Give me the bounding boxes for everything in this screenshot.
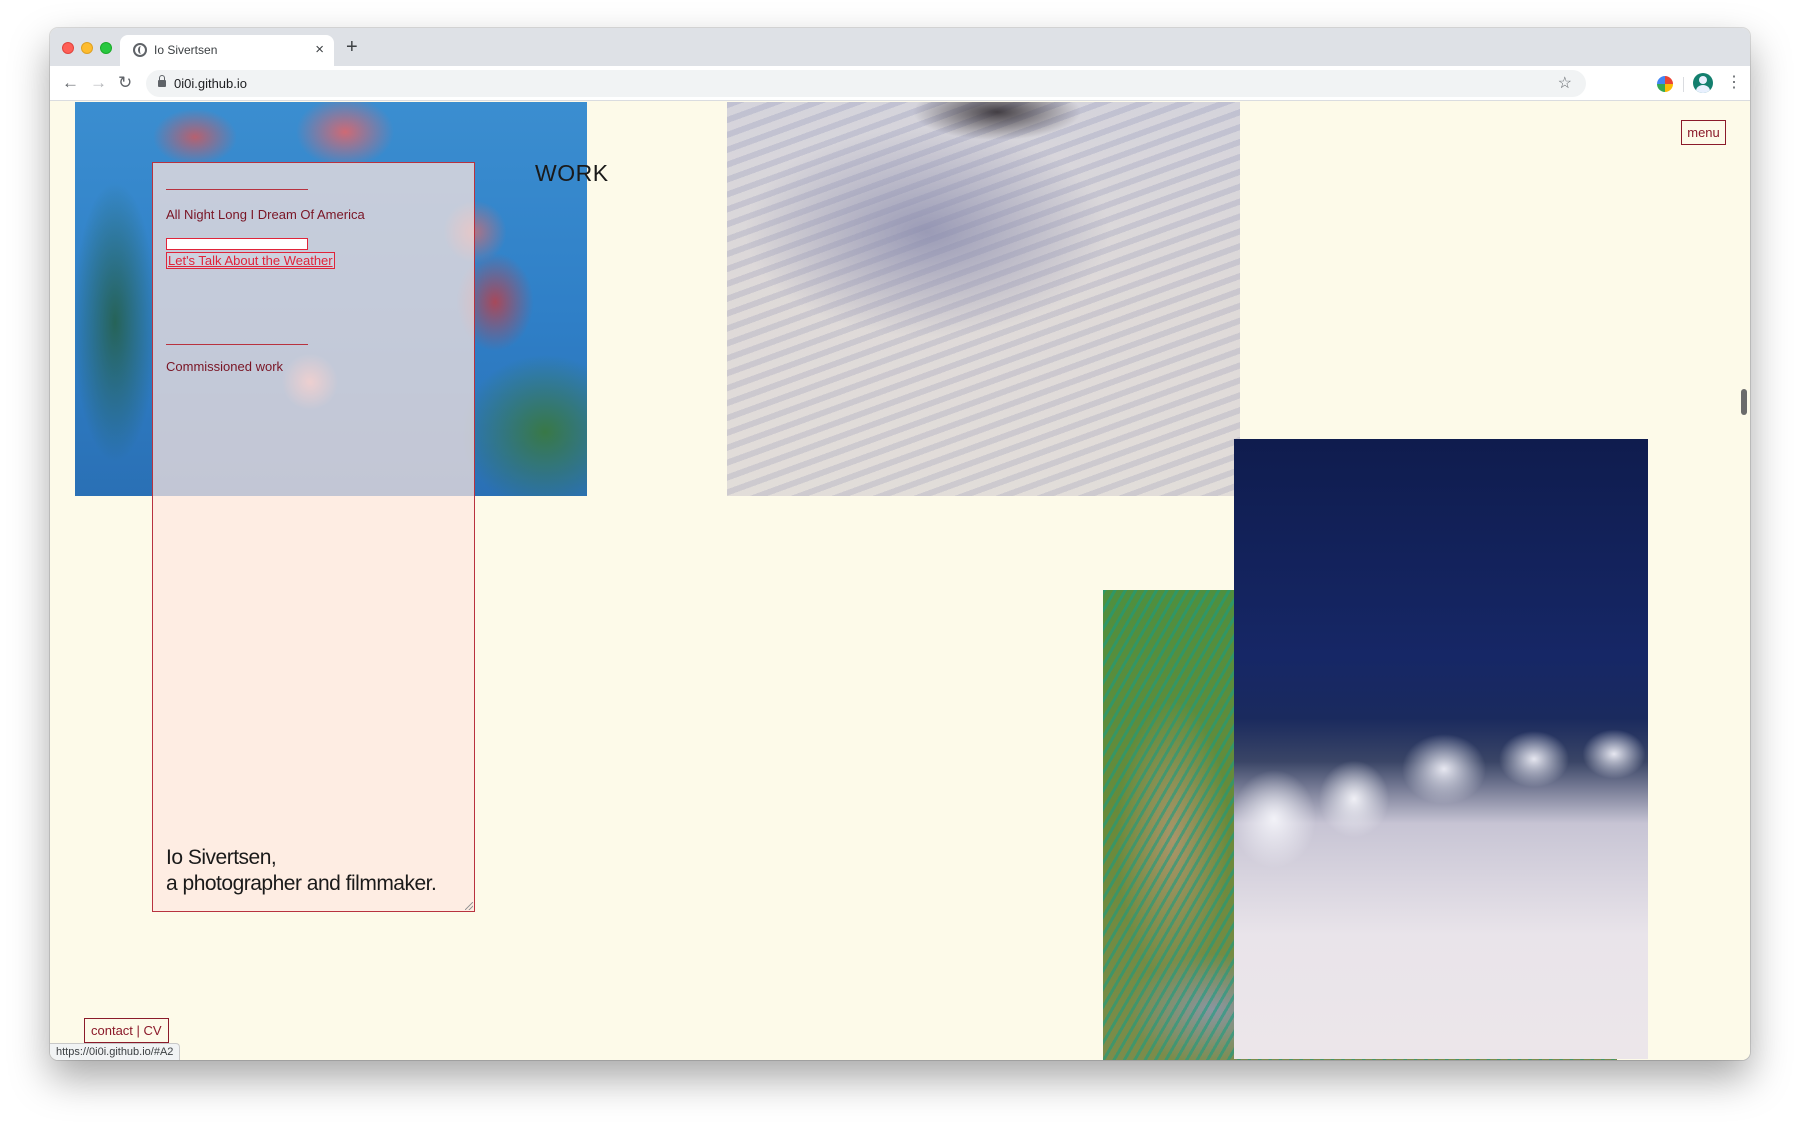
project-sidebar: All Night Long I Dream Of America Let's … [152,162,475,912]
minimize-window-button[interactable] [81,42,93,54]
back-button[interactable]: ← [62,71,79,95]
new-tab-button[interactable]: + [346,36,358,58]
bio-description: a photographer and filmmaker. [166,872,437,895]
project-link-all-night-long[interactable]: All Night Long I Dream Of America [166,207,365,222]
page-viewport: WORK menu All Night Long I Dream Of Amer… [50,102,1750,1060]
url-field[interactable]: 0i0i.github.io ☆ [146,70,1586,97]
reload-button[interactable]: ↻ [118,71,132,95]
tab-title: Io Sivertsen [154,43,218,57]
address-bar: ← → ↻ 0i0i.github.io ☆ ⋮ [50,66,1750,101]
project-link-commissioned-work[interactable]: Commissioned work [166,359,283,374]
bio-name: Io Sivertsen, [166,846,277,869]
artist-bio: Io Sivertsen, a photographer and filmmak… [166,845,437,897]
star-icon[interactable]: ☆ [1558,73,1572,93]
sand-photo[interactable] [727,102,1240,496]
maximize-window-button[interactable] [100,42,112,54]
tab-active[interactable]: Io Sivertsen × [120,35,334,66]
chrome-extension-icon[interactable] [1657,76,1673,92]
sheep-photo[interactable] [1234,439,1648,1059]
resize-handle-icon[interactable] [465,902,473,910]
forward-button[interactable]: → [90,71,107,95]
divider [166,344,308,345]
scrollbar-thumb[interactable] [1741,389,1747,415]
contact-cv-link[interactable]: contact | CV [84,1018,169,1043]
close-window-button[interactable] [62,42,74,54]
toolbar-divider [1683,77,1684,92]
url-text: 0i0i.github.io [174,76,247,91]
status-bar-url: https://0i0i.github.io/#A2 [50,1043,181,1060]
globe-icon [133,43,147,57]
focus-outline [166,238,308,250]
menu-button[interactable]: menu [1681,120,1726,145]
avatar-icon[interactable] [1693,73,1713,93]
kebab-menu-icon[interactable]: ⋮ [1726,71,1742,95]
lock-icon[interactable] [158,75,166,87]
project-link-lets-talk-weather[interactable]: Let's Talk About the Weather [166,252,335,269]
browser-window: Io Sivertsen × + ← → ↻ 0i0i.github.io ☆ … [50,28,1750,1060]
divider [166,189,308,190]
page-title: WORK [535,160,609,186]
close-tab-icon[interactable]: × [315,40,324,60]
tab-bar: Io Sivertsen × + [50,28,1750,66]
